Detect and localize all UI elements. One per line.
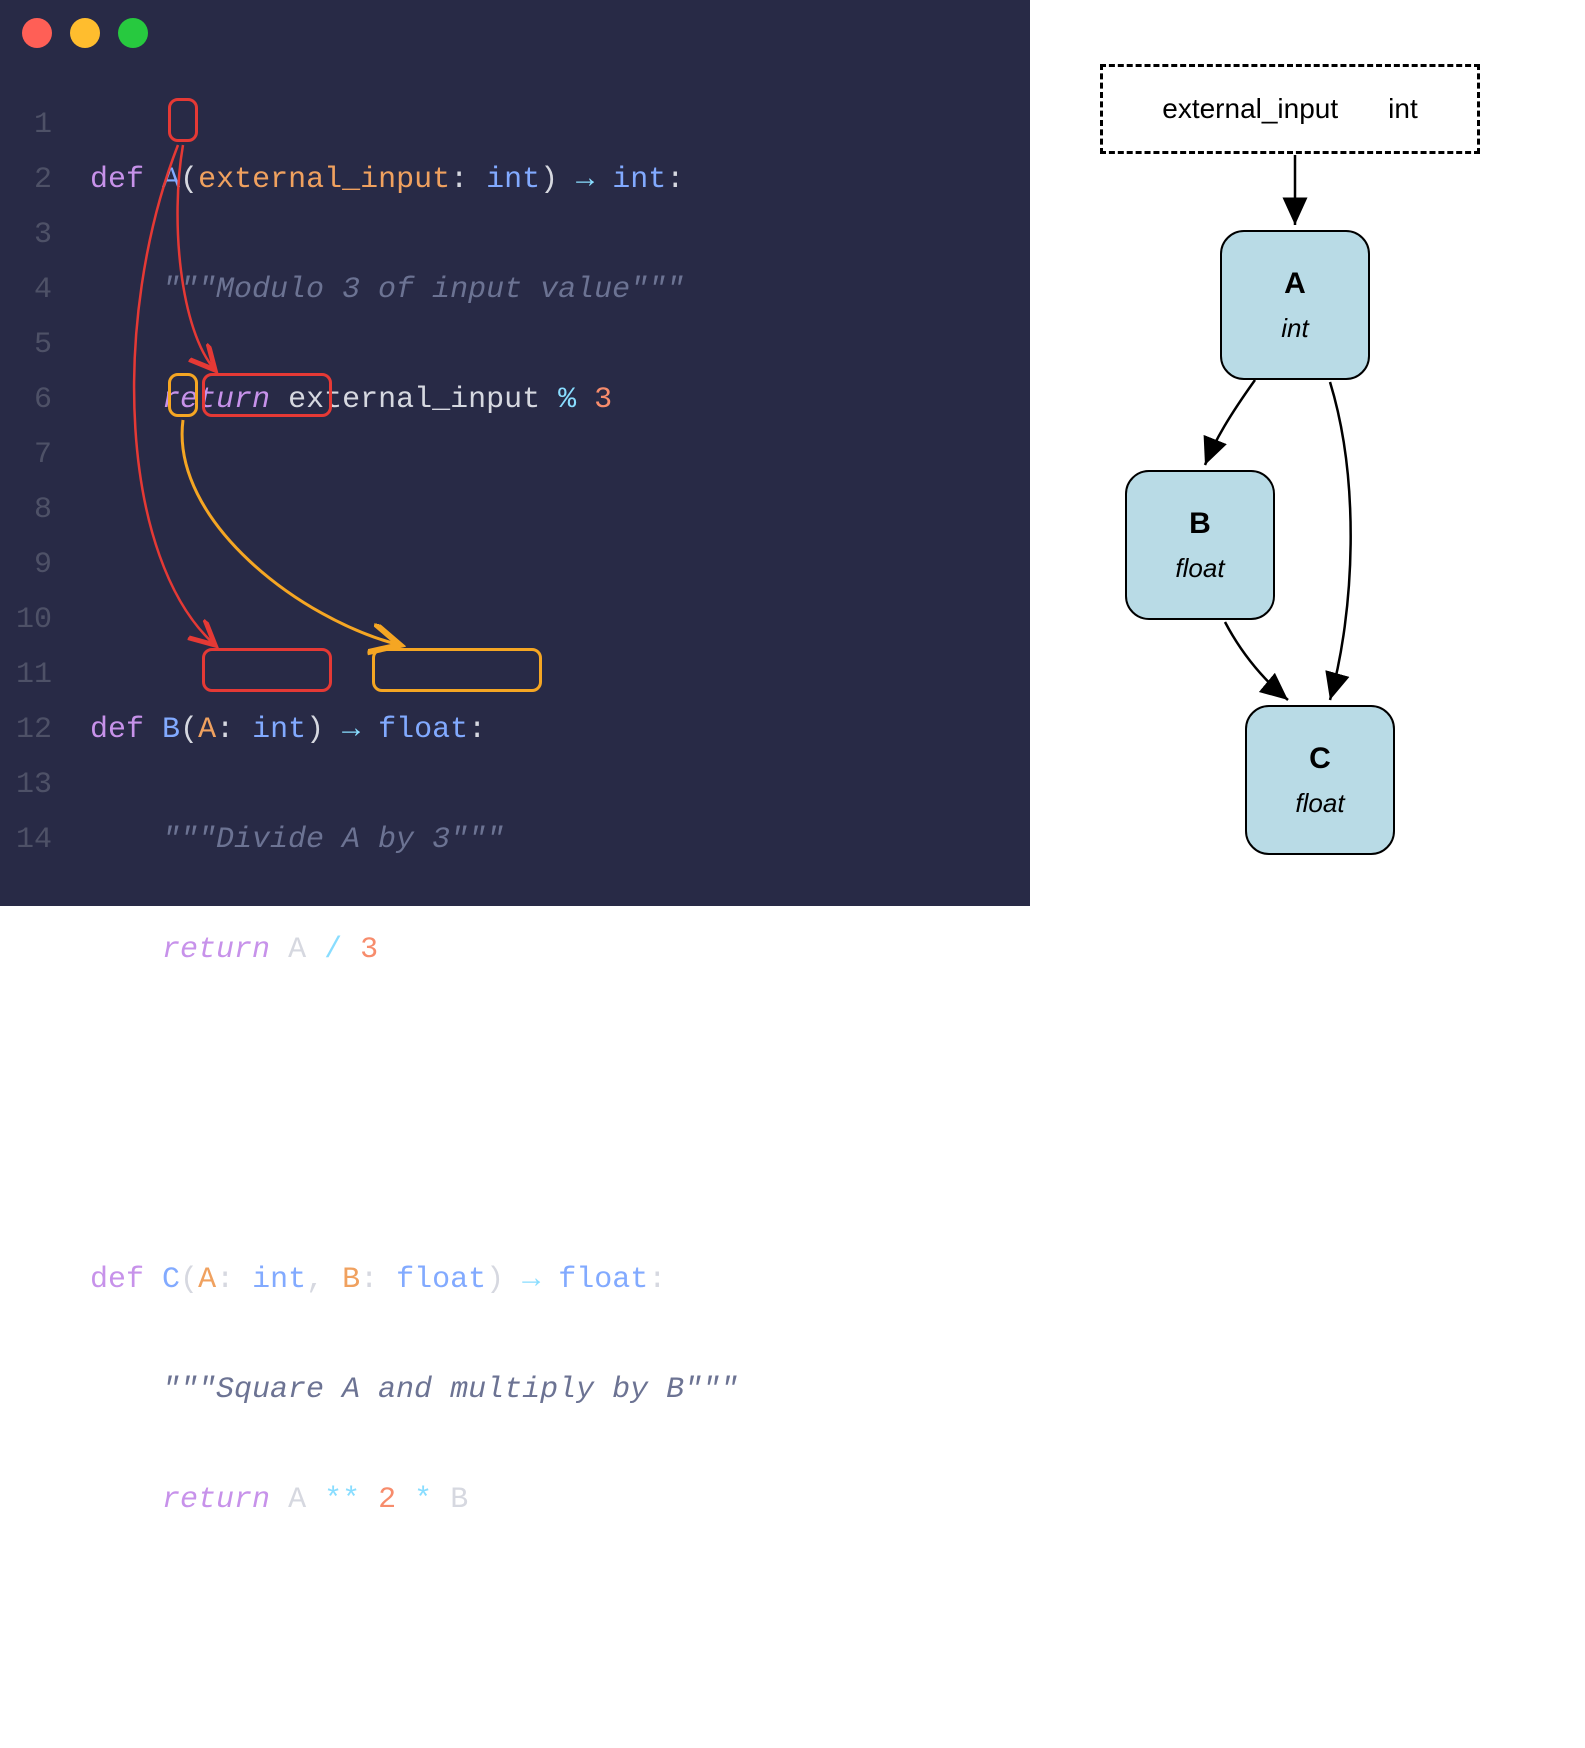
line-number: 8 <box>0 483 52 538</box>
dag-input-label: external_input <box>1162 93 1338 125</box>
dag-node-b-label: B <box>1189 507 1211 541</box>
dag-node-a: A int <box>1220 230 1370 380</box>
line-number: 6 <box>0 373 52 428</box>
close-icon[interactable] <box>22 18 52 48</box>
line-number: 10 <box>0 593 52 648</box>
line-number: 13 <box>0 758 52 813</box>
keyword-return: return <box>162 1483 270 1517</box>
line-number: 7 <box>0 428 52 483</box>
func-a-name: A <box>162 163 180 197</box>
line-number: 4 <box>0 263 52 318</box>
func-c-ret-type: float <box>558 1263 648 1297</box>
func-a-param-type: int <box>486 163 540 197</box>
line-number: 14 <box>0 813 52 868</box>
dag-diagram-panel: external_input int A int B float C float <box>1030 0 1585 906</box>
keyword-def: def <box>90 713 144 747</box>
keyword-def: def <box>90 1263 144 1297</box>
func-b-param-type: int <box>252 713 306 747</box>
func-c-param2-type: float <box>396 1263 486 1297</box>
code-area[interactable]: def A(external_input: int) → int: """Mod… <box>90 98 738 1748</box>
func-a-ret-type: int <box>612 163 666 197</box>
minimize-icon[interactable] <box>70 18 100 48</box>
func-b-doc: """Divide A by 3""" <box>162 823 504 857</box>
line-number: 2 <box>0 153 52 208</box>
func-c-param2: B <box>342 1263 360 1297</box>
func-c-doc: """Square A and multiply by B""" <box>162 1373 738 1407</box>
dag-node-b: B float <box>1125 470 1275 620</box>
line-number: 11 <box>0 648 52 703</box>
line-number: 3 <box>0 208 52 263</box>
zoom-icon[interactable] <box>118 18 148 48</box>
line-number-gutter: 1 2 3 4 5 6 7 8 9 10 11 12 13 14 <box>0 98 70 868</box>
func-a-param: external_input <box>198 163 450 197</box>
func-b-param: A <box>198 713 216 747</box>
func-a-doc: """Modulo 3 of input value""" <box>162 273 684 307</box>
edge-a-c <box>1330 382 1351 700</box>
func-c-param1-type: int <box>252 1263 306 1297</box>
edge-a-b <box>1205 380 1255 465</box>
func-b-ret-type: float <box>378 713 468 747</box>
line-number: 1 <box>0 98 52 153</box>
line-number: 9 <box>0 538 52 593</box>
line-number: 12 <box>0 703 52 758</box>
keyword-return: return <box>162 933 270 967</box>
keyword-def: def <box>90 163 144 197</box>
arrow-icon: → <box>576 163 594 197</box>
edge-b-c <box>1225 622 1288 700</box>
func-c-param1: A <box>198 1263 216 1297</box>
code-editor-panel: 1 2 3 4 5 6 7 8 9 10 11 12 13 14 def A(e… <box>0 0 1030 906</box>
func-c-name: C <box>162 1263 180 1297</box>
line-number: 5 <box>0 318 52 373</box>
window-traffic-lights <box>0 18 1030 48</box>
dag-input-node: external_input int <box>1100 64 1480 154</box>
dag-node-c-type: float <box>1295 788 1344 819</box>
dag-node-b-type: float <box>1175 553 1224 584</box>
dag-node-c-label: C <box>1309 742 1331 776</box>
arrow-icon: → <box>522 1263 540 1297</box>
arrow-icon: → <box>342 713 360 747</box>
dag-node-c: C float <box>1245 705 1395 855</box>
func-b-name: B <box>162 713 180 747</box>
keyword-return: return <box>162 383 270 417</box>
dag-node-a-label: A <box>1284 267 1306 301</box>
dag-node-a-type: int <box>1281 313 1308 344</box>
dag-input-type: int <box>1388 93 1418 125</box>
